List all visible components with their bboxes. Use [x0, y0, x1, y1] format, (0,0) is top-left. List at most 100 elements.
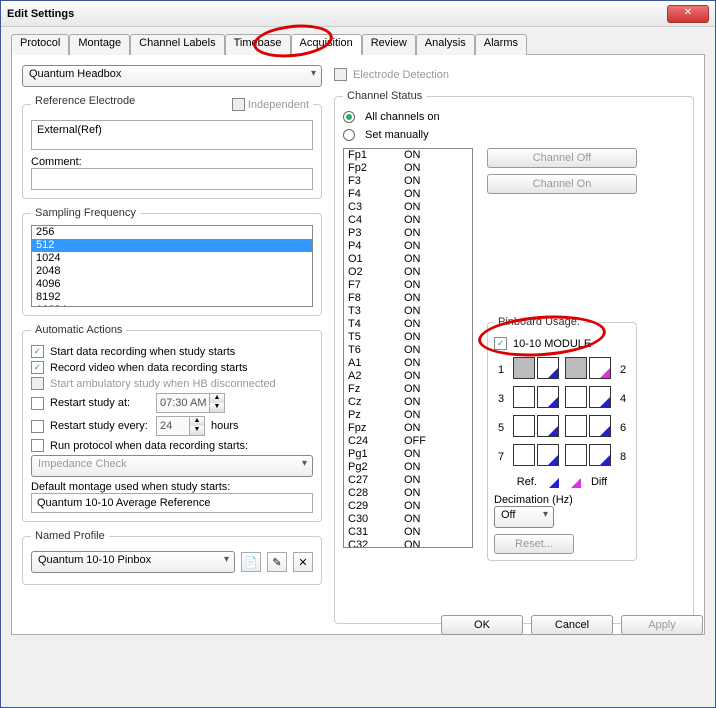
sampling-option[interactable]: 2048	[32, 265, 312, 278]
channel-row[interactable]: FpzON	[344, 422, 472, 435]
sampling-frequency-list[interactable]: 256512102420484096819216384	[31, 225, 313, 307]
pinboard-slot[interactable]	[589, 357, 611, 379]
all-channels-on-radio[interactable]	[343, 111, 355, 123]
channel-row[interactable]: C3ON	[344, 201, 472, 214]
channel-row[interactable]: P4ON	[344, 240, 472, 253]
tab-protocol[interactable]: Protocol	[11, 34, 69, 55]
set-manually-radio[interactable]	[343, 129, 355, 141]
named-profile-dropdown[interactable]: Quantum 10-10 Pinbox	[31, 551, 235, 573]
channel-row[interactable]: O2ON	[344, 266, 472, 279]
pinboard-module-checkbox[interactable]: ✓	[494, 337, 507, 350]
pinboard-slot[interactable]	[565, 444, 587, 466]
channel-row[interactable]: C28ON	[344, 487, 472, 500]
close-button[interactable]: ✕	[667, 5, 709, 23]
restart-at-checkbox[interactable]	[31, 397, 44, 410]
decimation-dropdown[interactable]: Off	[494, 506, 554, 528]
start-ambulatory-label: Start ambulatory study when HB disconnec…	[50, 378, 276, 390]
tab-timebase[interactable]: Timebase	[225, 34, 291, 55]
pinboard-slot[interactable]	[537, 357, 559, 379]
restart-at-time[interactable]: ▲▼	[156, 393, 225, 413]
restart-every-value[interactable]: ▲▼	[156, 416, 205, 436]
record-video-checkbox[interactable]: ✓	[31, 361, 44, 374]
pinboard-slot[interactable]	[565, 386, 587, 408]
channel-row[interactable]: T4ON	[344, 318, 472, 331]
comment-input[interactable]	[31, 168, 313, 190]
pinboard-slot[interactable]	[513, 357, 535, 379]
pinboard-slot[interactable]	[589, 444, 611, 466]
sampling-option[interactable]: 1024	[32, 252, 312, 265]
channel-row[interactable]: C29ON	[344, 500, 472, 513]
new-profile-icon[interactable]: 📄	[241, 552, 261, 572]
channel-row[interactable]: F4ON	[344, 188, 472, 201]
tab-channel-labels[interactable]: Channel Labels	[130, 34, 224, 55]
channel-row[interactable]: O1ON	[344, 253, 472, 266]
electrode-detection-label: Electrode Detection	[353, 69, 449, 81]
channel-row[interactable]: A2ON	[344, 370, 472, 383]
reference-electrode-value[interactable]: External(Ref)	[31, 120, 313, 150]
pinboard-slot[interactable]	[513, 415, 535, 437]
pinboard-slot[interactable]	[589, 386, 611, 408]
channel-row[interactable]: Pg2ON	[344, 461, 472, 474]
left-column: Quantum Headbox Reference Electrode Inde…	[22, 65, 322, 624]
pinboard-slot[interactable]	[565, 357, 587, 379]
spinner-down-icon[interactable]: ▼	[190, 426, 204, 435]
tab-montage[interactable]: Montage	[69, 34, 130, 55]
channel-list[interactable]: Fp1ONFp2ONF3ONF4ONC3ONC4ONP3ONP4ONO1ONO2…	[343, 148, 473, 548]
headbox-dropdown[interactable]: Quantum Headbox	[22, 65, 322, 87]
spinner-up-icon[interactable]: ▲	[210, 394, 224, 403]
grid-num: 3	[494, 393, 508, 405]
pinboard-slot[interactable]	[537, 444, 559, 466]
channel-row[interactable]: C4ON	[344, 214, 472, 227]
sampling-frequency-group: Sampling Frequency 256512102420484096819…	[22, 207, 322, 316]
default-montage-value[interactable]: Quantum 10-10 Average Reference	[31, 493, 313, 513]
channel-row[interactable]: CzON	[344, 396, 472, 409]
reference-electrode-group: Reference Electrode Independent External…	[22, 95, 322, 199]
pinboard-slot[interactable]	[537, 386, 559, 408]
reset-button: Reset...	[494, 534, 574, 554]
channel-row[interactable]: C31ON	[344, 526, 472, 539]
channel-row[interactable]: F7ON	[344, 279, 472, 292]
pinboard-slot[interactable]	[537, 415, 559, 437]
sampling-option[interactable]: 256	[32, 226, 312, 239]
pinboard-slot[interactable]	[589, 415, 611, 437]
channel-row[interactable]: FzON	[344, 383, 472, 396]
channel-row[interactable]: C32ON	[344, 539, 472, 548]
channel-row[interactable]: F3ON	[344, 175, 472, 188]
tab-analysis[interactable]: Analysis	[416, 34, 475, 55]
sampling-option[interactable]: 512	[32, 239, 312, 252]
channel-row[interactable]: C24OFF	[344, 435, 472, 448]
channel-row[interactable]: Fp1ON	[344, 149, 472, 162]
sampling-option[interactable]: 8192	[32, 291, 312, 304]
run-protocol-checkbox[interactable]	[31, 439, 44, 452]
channel-row[interactable]: T3ON	[344, 305, 472, 318]
channel-row[interactable]: F8ON	[344, 292, 472, 305]
delete-profile-icon[interactable]: ✕	[293, 552, 313, 572]
channel-row[interactable]: C27ON	[344, 474, 472, 487]
channel-row[interactable]: T6ON	[344, 344, 472, 357]
edit-profile-icon[interactable]: ✎	[267, 552, 287, 572]
tab-alarms[interactable]: Alarms	[475, 34, 527, 55]
sampling-option[interactable]: 4096	[32, 278, 312, 291]
cancel-button[interactable]: Cancel	[531, 615, 613, 635]
sampling-option[interactable]: 16384	[32, 304, 312, 307]
tab-review[interactable]: Review	[362, 34, 416, 55]
channel-row[interactable]: C30ON	[344, 513, 472, 526]
channel-row[interactable]: Pg1ON	[344, 448, 472, 461]
start-recording-checkbox[interactable]: ✓	[31, 345, 44, 358]
start-ambulatory-checkbox	[31, 377, 44, 390]
named-profile-legend: Named Profile	[31, 530, 109, 542]
ok-button[interactable]: OK	[441, 615, 523, 635]
tab-acquisition[interactable]: Acquisition	[291, 34, 362, 55]
channel-row[interactable]: P3ON	[344, 227, 472, 240]
restart-every-checkbox[interactable]	[31, 420, 44, 433]
pinboard-slot[interactable]	[513, 386, 535, 408]
spinner-up-icon[interactable]: ▲	[190, 417, 204, 426]
pinboard-slot[interactable]	[565, 415, 587, 437]
spinner-down-icon[interactable]: ▼	[210, 403, 224, 412]
electrode-detection-checkbox	[334, 68, 347, 81]
channel-row[interactable]: T5ON	[344, 331, 472, 344]
channel-row[interactable]: Fp2ON	[344, 162, 472, 175]
channel-row[interactable]: A1ON	[344, 357, 472, 370]
pinboard-slot[interactable]	[513, 444, 535, 466]
channel-row[interactable]: PzON	[344, 409, 472, 422]
